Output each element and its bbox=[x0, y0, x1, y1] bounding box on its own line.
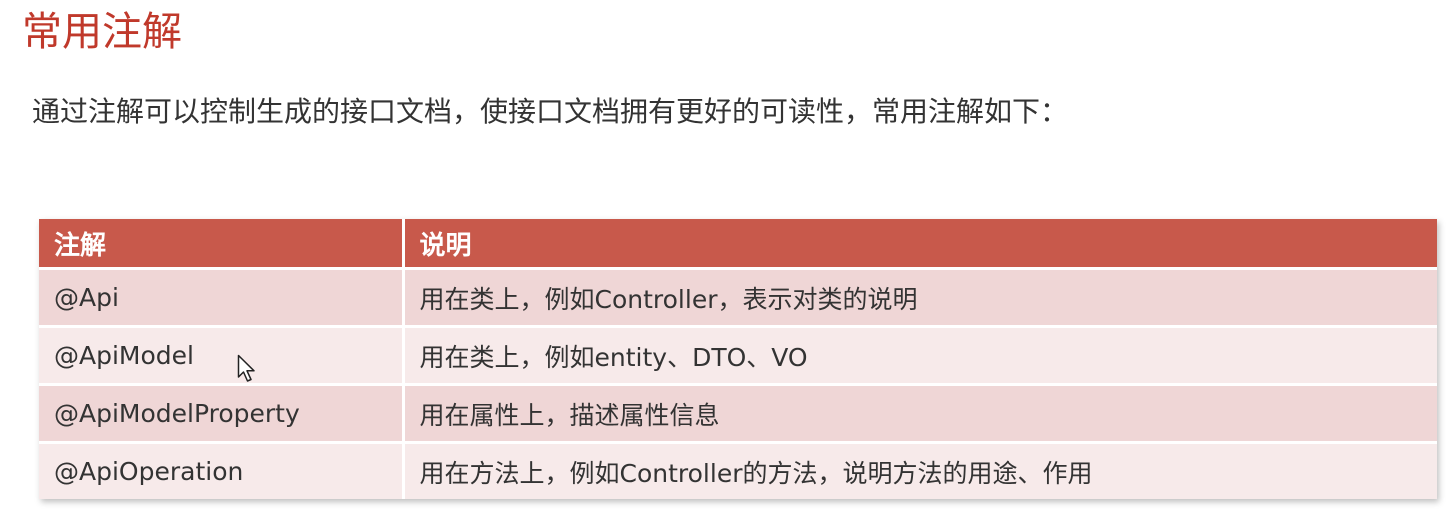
header-description: 说明 bbox=[403, 219, 1437, 270]
header-annotation: 注解 bbox=[39, 219, 405, 270]
table-header-row: 注解 说明 bbox=[39, 219, 1437, 270]
annotation-name: @Api bbox=[39, 268, 405, 328]
annotation-description: 用在方法上，例如Controller的方法，说明方法的用途、作用 bbox=[403, 442, 1437, 499]
annotation-name: @ApiOperation bbox=[39, 442, 405, 499]
annotation-name: @ApiModel bbox=[39, 326, 405, 386]
table-row: @Api 用在类上，例如Controller，表示对类的说明 bbox=[39, 268, 1437, 328]
page-title: 常用注解 bbox=[22, 9, 182, 55]
annotation-description: 用在类上，例如Controller，表示对类的说明 bbox=[403, 268, 1437, 328]
annotation-description: 用在属性上，描述属性信息 bbox=[403, 384, 1437, 444]
table-row: @ApiModelProperty 用在属性上，描述属性信息 bbox=[39, 384, 1437, 444]
annotation-name: @ApiModelProperty bbox=[39, 384, 405, 444]
intro-text: 通过注解可以控制生成的接口文档，使接口文档拥有更好的可读性，常用注解如下： bbox=[32, 95, 1069, 128]
annotation-description: 用在类上，例如entity、DTO、VO bbox=[403, 326, 1437, 386]
mouse-pointer-icon bbox=[237, 354, 255, 382]
table-row: @ApiOperation 用在方法上，例如Controller的方法，说明方法… bbox=[39, 442, 1437, 499]
